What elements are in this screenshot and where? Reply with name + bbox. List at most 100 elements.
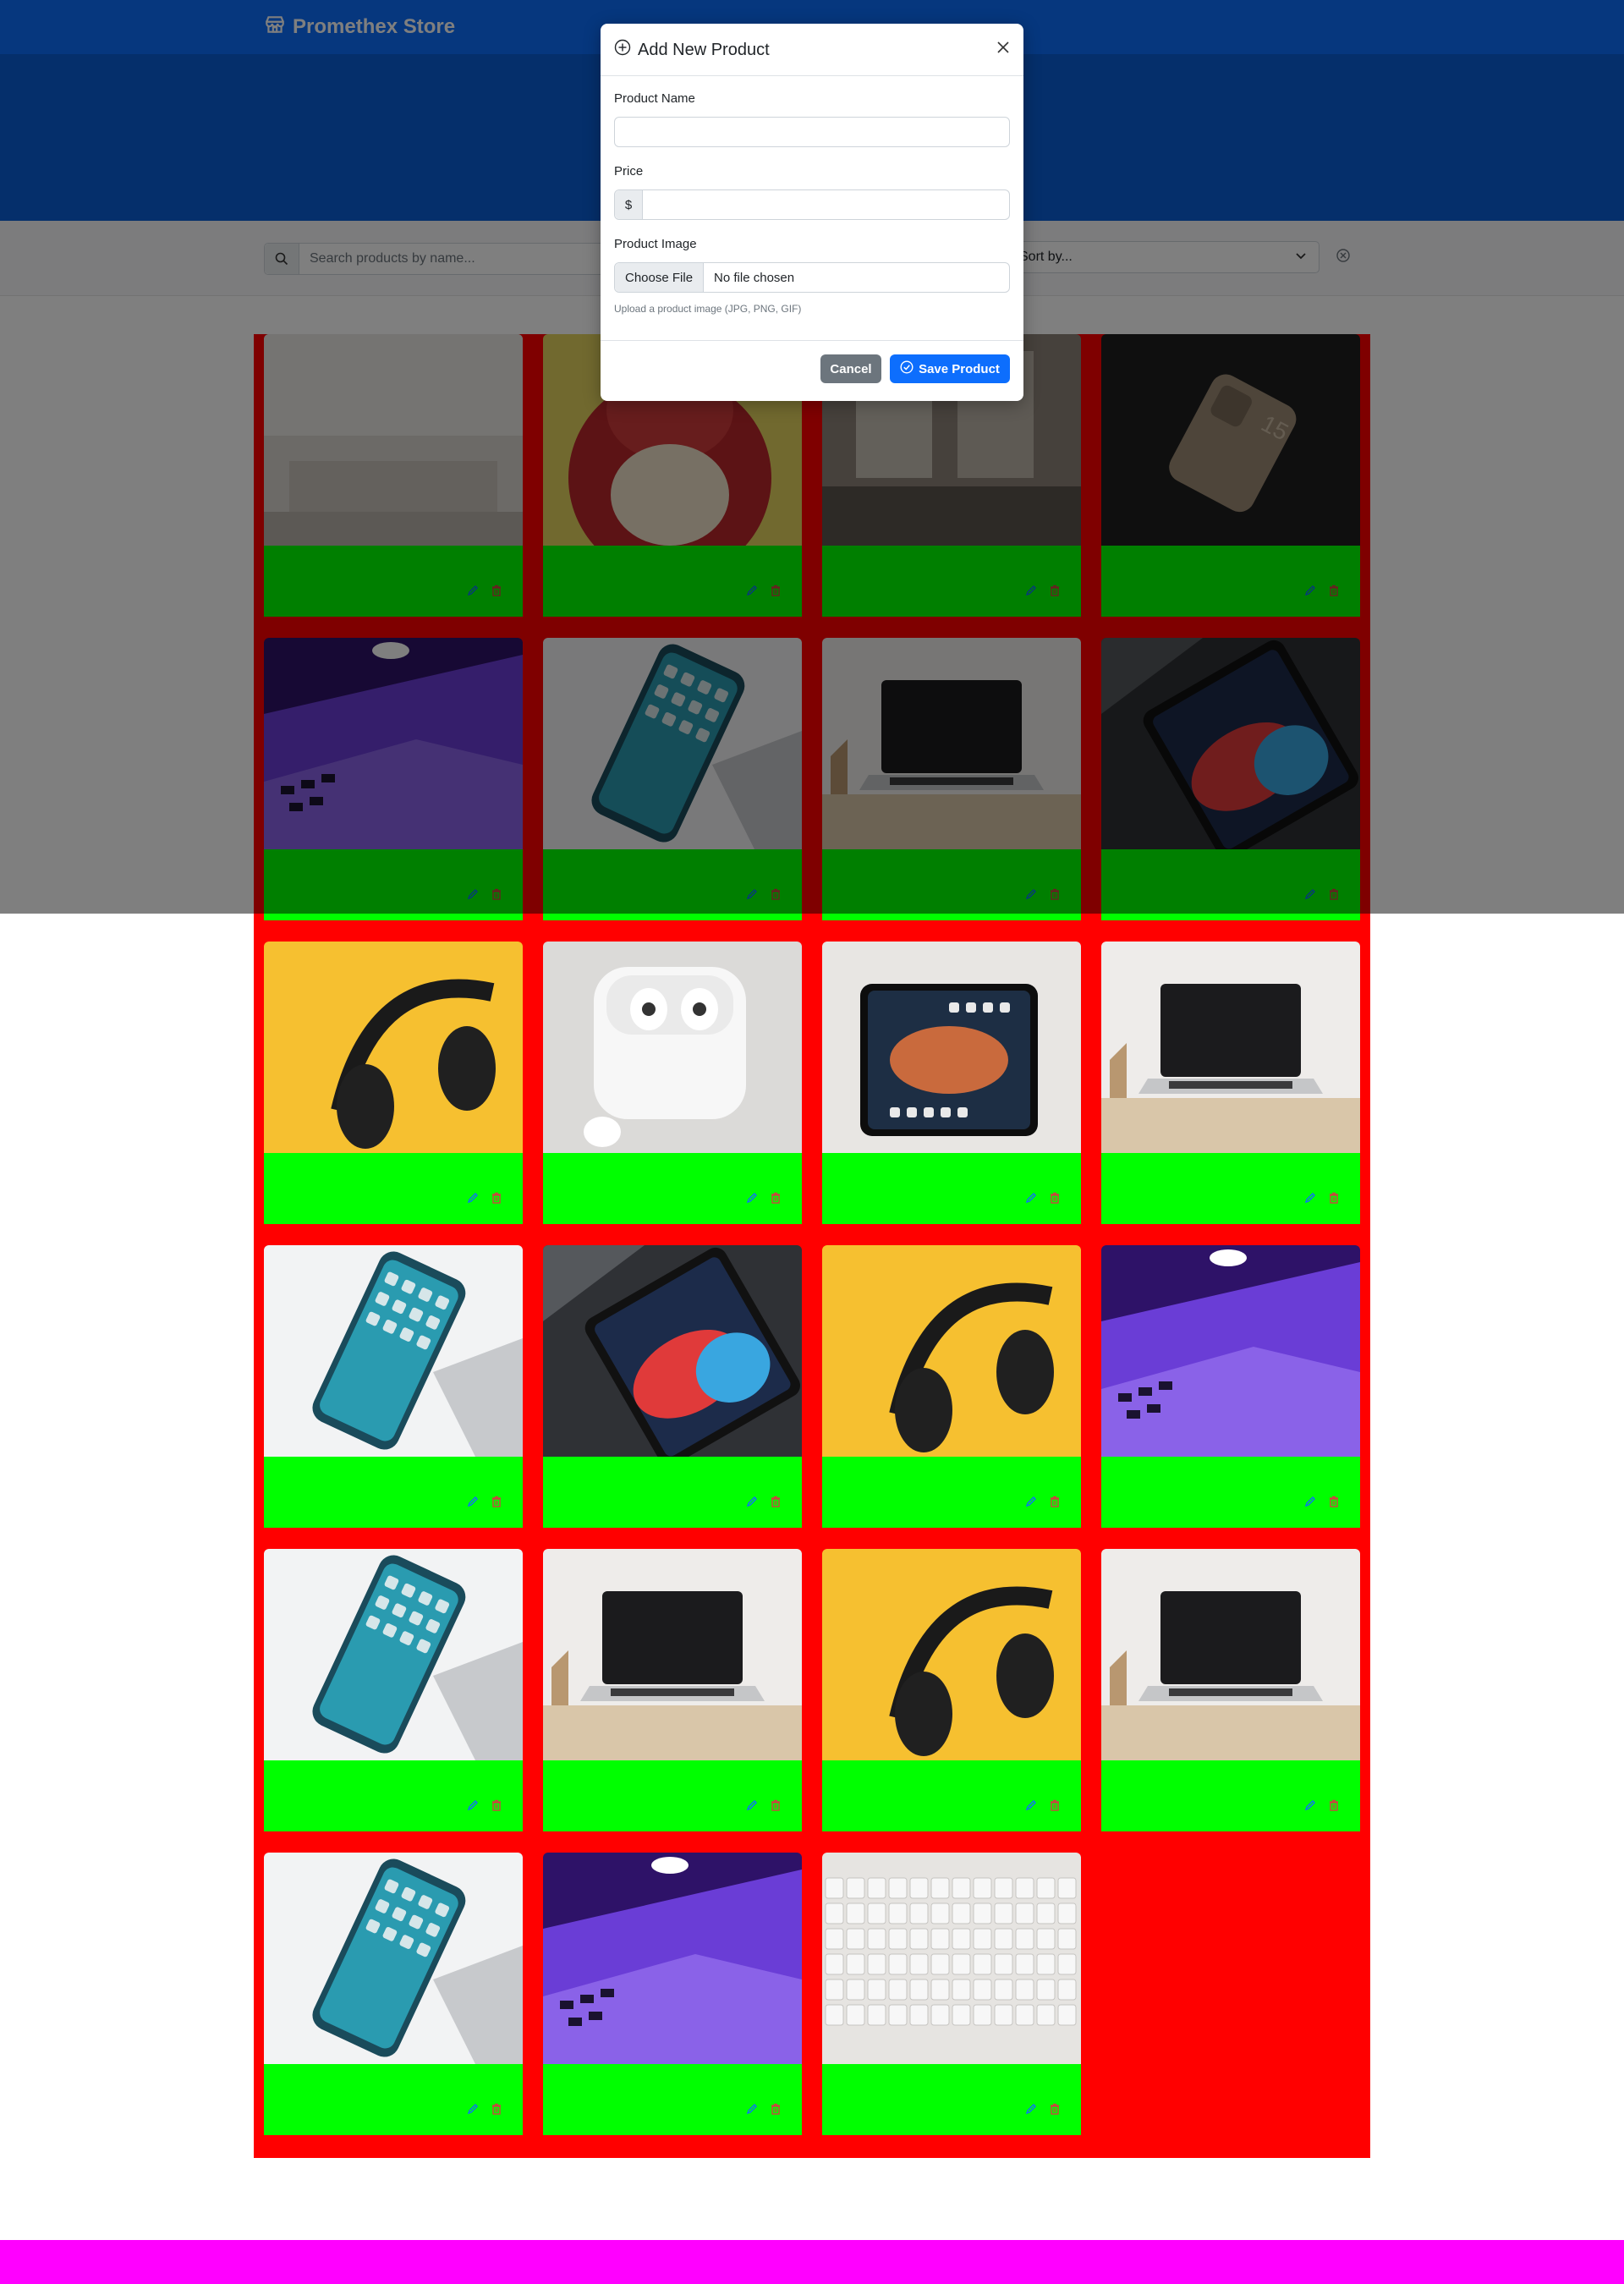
product-card[interactable] (822, 1549, 1081, 1831)
modal-footer: Cancel Save Product (601, 340, 1023, 401)
pencil-icon (1025, 1799, 1037, 1815)
price-field[interactable] (643, 190, 1009, 219)
product-card[interactable] (822, 1245, 1081, 1528)
image-help-text: Upload a product image (JPG, PNG, GIF) (614, 303, 802, 315)
pencil-icon (1025, 2103, 1037, 2119)
product-card[interactable] (1101, 1245, 1360, 1528)
add-product-modal: Add New Product Product Name Price $ Pro… (601, 24, 1023, 401)
delete-button[interactable] (1045, 2101, 1064, 2120)
product-card-body (264, 1457, 523, 1528)
product-card-body (1101, 1760, 1360, 1831)
edit-button[interactable] (1022, 1190, 1040, 1209)
product-image (543, 1549, 802, 1760)
product-card[interactable] (822, 942, 1081, 1224)
delete-button[interactable] (1325, 1494, 1343, 1513)
edit-button[interactable] (1301, 1494, 1320, 1513)
choose-file-button[interactable]: Choose File (615, 263, 705, 292)
pencil-icon (746, 1192, 758, 1208)
product-card-body (264, 2064, 523, 2135)
product-card[interactable] (543, 1245, 802, 1528)
delete-button[interactable] (487, 2101, 506, 2120)
product-card[interactable] (264, 1853, 523, 2135)
edit-button[interactable] (464, 1494, 482, 1513)
product-card[interactable] (264, 942, 523, 1224)
pencil-icon (746, 1496, 758, 1512)
product-card-body (822, 1153, 1081, 1224)
edit-button[interactable] (1022, 2101, 1040, 2120)
edit-button[interactable] (464, 1190, 482, 1209)
product-image (543, 1853, 802, 2064)
trash-icon (1049, 2103, 1061, 2119)
modal-title: Add New Product (614, 39, 770, 61)
delete-button[interactable] (487, 1190, 506, 1209)
product-card[interactable] (264, 1245, 523, 1528)
trash-icon (770, 1496, 782, 1512)
edit-button[interactable] (743, 1494, 761, 1513)
plus-circle-icon (614, 39, 631, 61)
product-image-field[interactable]: Choose File No file chosen (614, 262, 1010, 293)
trash-icon (1049, 1496, 1061, 1512)
trash-icon (770, 1192, 782, 1208)
edit-button[interactable] (743, 1798, 761, 1816)
pencil-icon (1304, 1799, 1316, 1815)
save-product-button[interactable]: Save Product (890, 354, 1010, 383)
trash-icon (1328, 1192, 1340, 1208)
trash-icon (770, 2103, 782, 2119)
product-image (822, 942, 1081, 1153)
pencil-icon (1304, 1496, 1316, 1512)
pencil-icon (746, 1799, 758, 1815)
product-image (822, 1549, 1081, 1760)
close-button[interactable] (993, 39, 1013, 59)
product-image (264, 1245, 523, 1457)
pencil-icon (467, 1799, 479, 1815)
product-card[interactable] (264, 1549, 523, 1831)
trash-icon (491, 1799, 502, 1815)
edit-button[interactable] (743, 1190, 761, 1209)
cancel-button[interactable]: Cancel (820, 354, 881, 383)
product-image (543, 1245, 802, 1457)
delete-button[interactable] (487, 1494, 506, 1513)
trash-icon (491, 1496, 502, 1512)
delete-button[interactable] (1045, 1494, 1064, 1513)
product-card[interactable] (822, 1853, 1081, 2135)
product-card-body (822, 2064, 1081, 2135)
product-image-label: Product Image (614, 237, 697, 251)
delete-button[interactable] (766, 2101, 785, 2120)
delete-button[interactable] (1045, 1190, 1064, 1209)
delete-button[interactable] (487, 1798, 506, 1816)
product-card[interactable] (1101, 1549, 1360, 1831)
product-card[interactable] (1101, 942, 1360, 1224)
trash-icon (1328, 1496, 1340, 1512)
edit-button[interactable] (1301, 1190, 1320, 1209)
product-card-body (822, 1457, 1081, 1528)
edit-button[interactable] (464, 1798, 482, 1816)
product-image (1101, 942, 1360, 1153)
pencil-icon (746, 2103, 758, 2119)
pencil-icon (467, 1496, 479, 1512)
delete-button[interactable] (766, 1190, 785, 1209)
delete-button[interactable] (1325, 1190, 1343, 1209)
product-name-field[interactable] (615, 118, 1009, 146)
delete-button[interactable] (766, 1798, 785, 1816)
product-image (543, 942, 802, 1153)
edit-button[interactable] (1022, 1798, 1040, 1816)
product-card[interactable] (543, 1853, 802, 2135)
product-name-field-wrap (614, 117, 1010, 147)
edit-button[interactable] (1301, 1798, 1320, 1816)
delete-button[interactable] (1045, 1798, 1064, 1816)
product-card[interactable] (543, 942, 802, 1224)
delete-button[interactable] (1325, 1798, 1343, 1816)
product-card[interactable] (543, 1549, 802, 1831)
edit-button[interactable] (464, 2101, 482, 2120)
modal-header: Add New Product (601, 24, 1023, 76)
price-label: Price (614, 164, 644, 178)
product-card-body (264, 1760, 523, 1831)
delete-button[interactable] (766, 1494, 785, 1513)
file-status: No file chosen (714, 270, 795, 285)
check-circle-icon (900, 360, 914, 377)
edit-button[interactable] (1022, 1494, 1040, 1513)
cancel-button-label: Cancel (830, 361, 872, 376)
edit-button[interactable] (743, 2101, 761, 2120)
product-card-body (543, 1153, 802, 1224)
footer-bar (0, 2240, 1624, 2284)
